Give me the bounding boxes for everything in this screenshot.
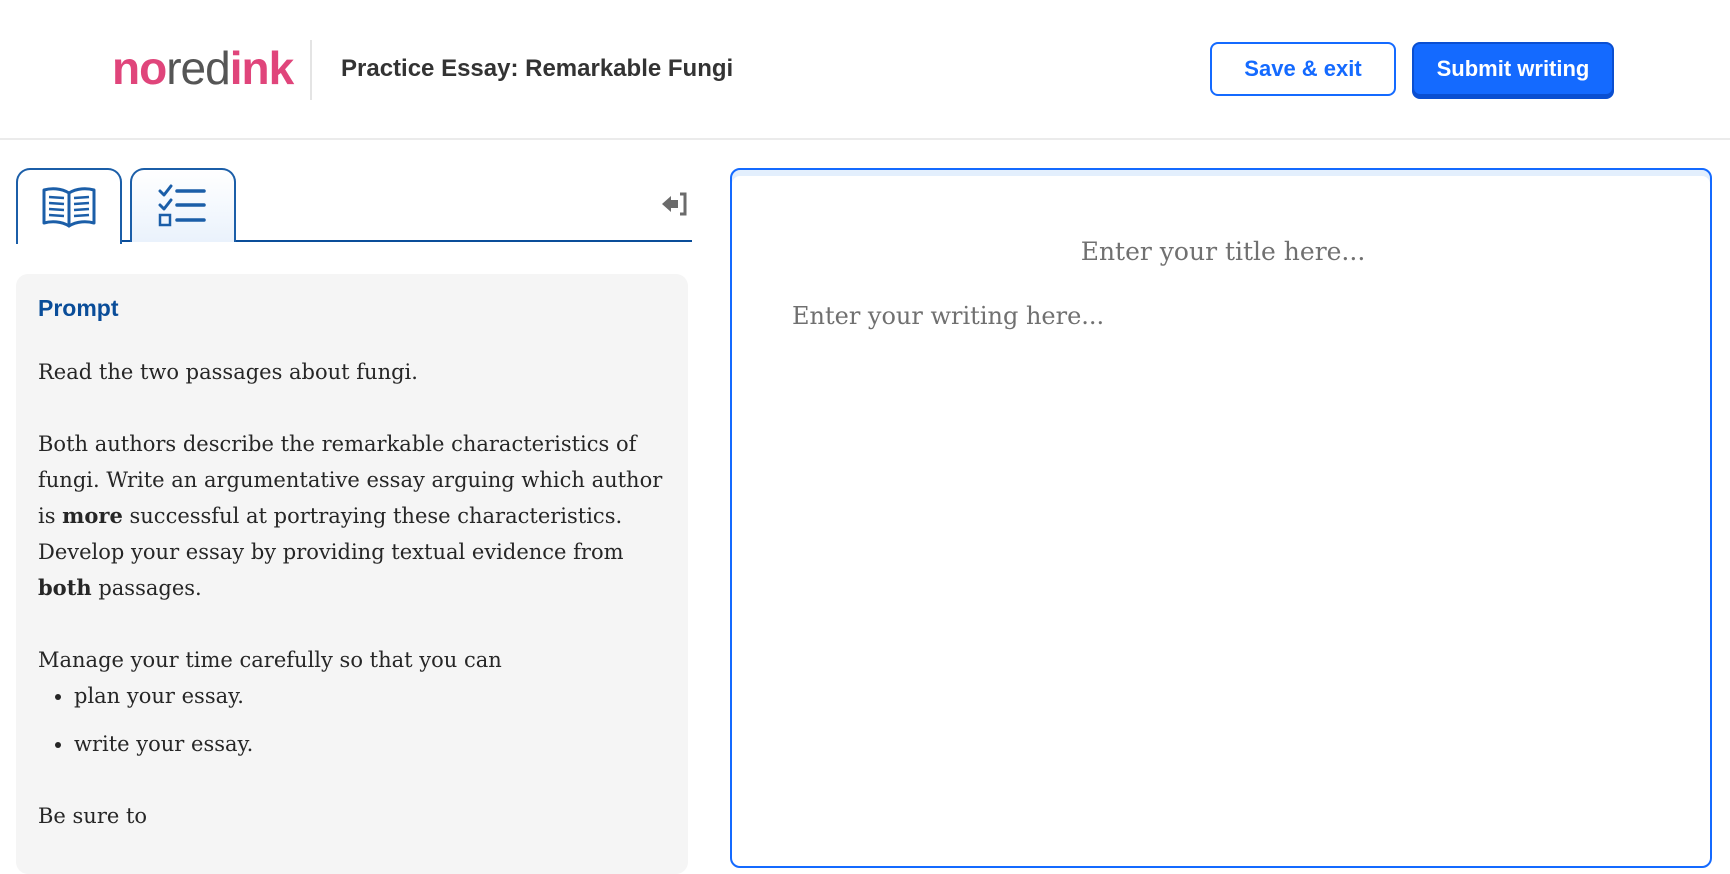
logo-part-red: red <box>166 42 230 94</box>
list-item: write your essay. <box>74 726 666 762</box>
tab-prompt-reading[interactable] <box>16 168 122 244</box>
submit-writing-button[interactable]: Submit writing <box>1412 42 1614 96</box>
prompt-bullet-list: plan your essay. write your essay. <box>38 678 666 762</box>
sidebar-tabbar <box>16 168 692 244</box>
prompt-bold-both: both <box>38 575 92 600</box>
checklist-icon <box>158 184 206 227</box>
essay-editor <box>730 168 1712 868</box>
logo-part-ink: ink <box>229 42 294 94</box>
prompt-text: Read the two passages about fungi. Both … <box>38 354 666 834</box>
prompt-heading: Prompt <box>38 295 119 321</box>
save-and-exit-button[interactable]: Save & exit <box>1210 42 1396 96</box>
prompt-bold-more: more <box>62 503 123 528</box>
prompt-text-span: successful at portraying these character… <box>38 504 624 564</box>
logo-part-no: no <box>112 42 167 94</box>
essay-title-input[interactable] <box>772 230 1674 272</box>
prompt-paragraph: Be sure to <box>38 804 148 828</box>
prompt-paragraph: Manage your time carefully so that you c… <box>38 648 502 672</box>
top-header: noredink Practice Essay: Remarkable Fung… <box>0 0 1730 140</box>
tab-checklist[interactable] <box>130 168 236 242</box>
prompt-text-span: passages. <box>91 576 202 600</box>
open-book-icon <box>42 187 96 228</box>
header-divider <box>310 40 312 100</box>
collapse-panel-icon[interactable] <box>660 190 688 218</box>
page-title: Practice Essay: Remarkable Fungi <box>341 55 734 82</box>
list-item: plan your essay. <box>74 678 666 714</box>
prompt-paragraph: Both authors describe the remarkable cha… <box>38 426 666 606</box>
essay-body-input[interactable] <box>792 298 1652 818</box>
noredink-logo[interactable]: noredink <box>112 40 294 96</box>
prompt-panel: Prompt Read the two passages about fungi… <box>16 274 688 874</box>
prompt-paragraph: Read the two passages about fungi. <box>38 360 418 384</box>
